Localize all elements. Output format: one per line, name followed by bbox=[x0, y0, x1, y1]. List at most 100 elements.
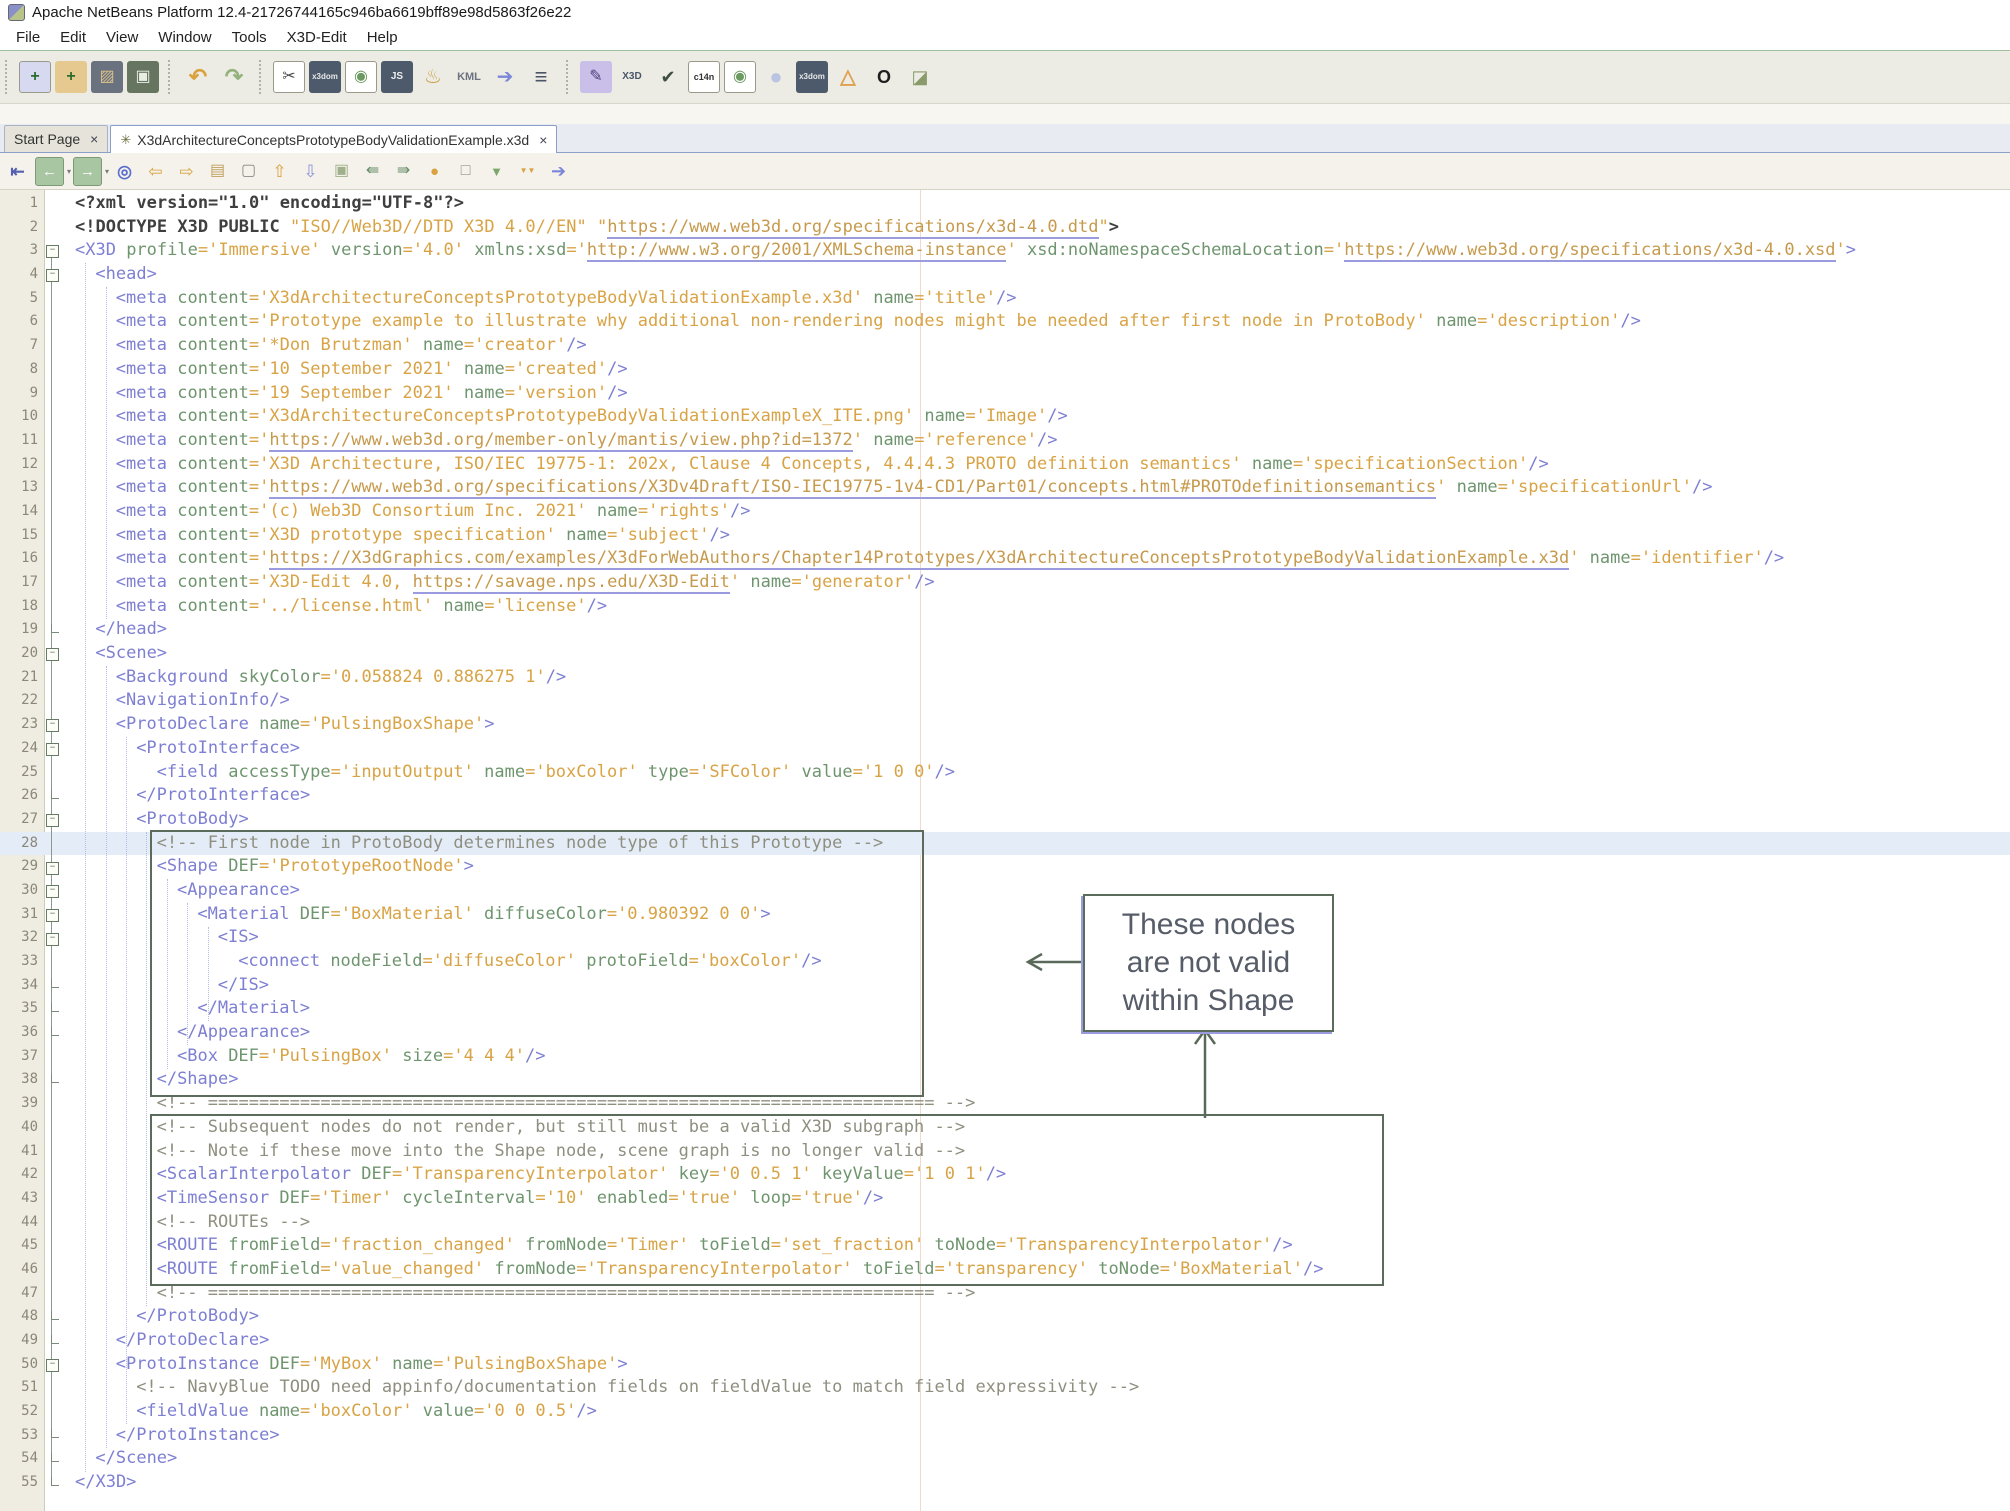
code-line-29[interactable]: 29<Shape DEF='PrototypeRootNode'> bbox=[0, 855, 2010, 879]
code-line-18[interactable]: 18<meta content='../license.html' name='… bbox=[0, 595, 2010, 619]
java-icon[interactable]: ♨ bbox=[417, 61, 449, 93]
code-line-6[interactable]: 6<meta content='Prototype example to ill… bbox=[0, 310, 2010, 334]
tab-start-page[interactable]: Start Page× bbox=[4, 125, 108, 152]
code-line-22[interactable]: 22<NavigationInfo/> bbox=[0, 689, 2010, 713]
code-line-45[interactable]: 45<ROUTE fromField='fraction_changed' fr… bbox=[0, 1234, 2010, 1258]
code-line-15[interactable]: 15<meta content='X3D prototype specifica… bbox=[0, 524, 2010, 548]
code-line-44[interactable]: 44<!-- ROUTEs --> bbox=[0, 1211, 2010, 1235]
open-project-icon[interactable]: ▨ bbox=[91, 61, 123, 93]
orbit-icon[interactable]: O bbox=[868, 61, 900, 93]
code-line-47[interactable]: 47<!-- =================================… bbox=[0, 1282, 2010, 1306]
shift-right-icon[interactable]: ⇛ bbox=[390, 158, 417, 185]
code-line-49[interactable]: 49</ProtoDeclare> bbox=[0, 1329, 2010, 1353]
code-line-5[interactable]: 5<meta content='X3dArchitectureConceptsP… bbox=[0, 287, 2010, 311]
tab-close-icon[interactable]: × bbox=[90, 131, 98, 147]
kml-export-arrow-icon[interactable]: ➔ bbox=[489, 61, 521, 93]
code-line-36[interactable]: 36</Appearance> bbox=[0, 1021, 2010, 1045]
x3d-scissors-icon[interactable]: ✂ bbox=[273, 61, 305, 93]
xite-launch-icon[interactable]: ◉ bbox=[345, 61, 377, 93]
next-occurrence-icon[interactable]: ⇩ bbox=[297, 158, 324, 185]
code-line-25[interactable]: 25<field accessType='inputOutput' name='… bbox=[0, 761, 2010, 785]
code-line-1[interactable]: 1<?xml version="1.0" encoding="UTF-8"?> bbox=[0, 192, 2010, 216]
menu-tools[interactable]: Tools bbox=[222, 27, 277, 48]
code-line-3[interactable]: 3<X3D profile='Immersive' version='4.0' … bbox=[0, 239, 2010, 263]
code-line-54[interactable]: 54</Scene> bbox=[0, 1447, 2010, 1471]
code-line-28[interactable]: 28<!-- First node in ProtoBody determine… bbox=[0, 832, 2010, 856]
code-line-46[interactable]: 46<ROUTE fromField='value_changed' fromN… bbox=[0, 1258, 2010, 1282]
new-project-icon[interactable]: + bbox=[55, 61, 87, 93]
code-line-14[interactable]: 14<meta content='(c) Web3D Consortium In… bbox=[0, 500, 2010, 524]
code-line-48[interactable]: 48</ProtoBody> bbox=[0, 1305, 2010, 1329]
last-edit-position-icon[interactable]: ⇤ bbox=[4, 158, 31, 185]
code-line-24[interactable]: 24<ProtoInterface> bbox=[0, 737, 2010, 761]
code-line-7[interactable]: 7<meta content='*Don Brutzman' name='cre… bbox=[0, 334, 2010, 358]
code-line-39[interactable]: 39<!-- =================================… bbox=[0, 1092, 2010, 1116]
code-line-26[interactable]: 26</ProtoInterface> bbox=[0, 784, 2010, 808]
text-lines-icon[interactable]: ≡ bbox=[525, 61, 557, 93]
shift-left-icon[interactable]: ⇚ bbox=[359, 158, 386, 185]
fold-collapse-icon[interactable]: − bbox=[46, 1359, 59, 1372]
kml-icon[interactable]: KML bbox=[453, 61, 485, 93]
menu-edit[interactable]: Edit bbox=[50, 27, 96, 48]
code-line-52[interactable]: 52<fieldValue name='boxColor' value='0 0… bbox=[0, 1400, 2010, 1424]
menu-window[interactable]: Window bbox=[148, 27, 221, 48]
find-selection-icon[interactable]: ◎ bbox=[111, 158, 138, 185]
code-line-43[interactable]: 43<TimeSensor DEF='Timer' cycleInterval=… bbox=[0, 1187, 2010, 1211]
code-line-20[interactable]: 20<Scene> bbox=[0, 642, 2010, 666]
code-line-55[interactable]: 55</X3D> bbox=[0, 1471, 2010, 1495]
x3dom-dark-icon[interactable]: x3dom bbox=[796, 61, 828, 93]
code-line-16[interactable]: 16<meta content='https://X3dGraphics.com… bbox=[0, 547, 2010, 571]
xml-pencil-edit-icon[interactable]: ✎ bbox=[580, 61, 612, 93]
code-line-31[interactable]: 31<Material DEF='BoxMaterial' diffuseCol… bbox=[0, 903, 2010, 927]
stop-macro-recording-icon[interactable]: □ bbox=[452, 158, 479, 185]
js-file-icon[interactable]: JS bbox=[381, 61, 413, 93]
code-line-33[interactable]: 33<connect nodeField='diffuseColor' prot… bbox=[0, 950, 2010, 974]
redo-icon[interactable]: ↷ bbox=[218, 61, 250, 93]
x3d-label-icon[interactable]: X3D bbox=[616, 61, 648, 93]
code-line-34[interactable]: 34</IS> bbox=[0, 974, 2010, 998]
fold-collapse-icon[interactable]: − bbox=[46, 719, 59, 732]
code-line-37[interactable]: 37<Box DEF='PulsingBox' size='4 4 4'/> bbox=[0, 1045, 2010, 1069]
code-line-13[interactable]: 13<meta content='https://www.web3d.org/s… bbox=[0, 476, 2010, 500]
find-previous-icon[interactable]: ⇦ bbox=[142, 158, 169, 185]
code-line-35[interactable]: 35</Material> bbox=[0, 997, 2010, 1021]
fold-collapse-icon[interactable]: − bbox=[46, 648, 59, 661]
code-line-50[interactable]: 50<ProtoInstance DEF='MyBox' name='Pulsi… bbox=[0, 1353, 2010, 1377]
xml-validate-page-icon[interactable]: ◉ bbox=[724, 61, 756, 93]
start-macro-recording-icon[interactable]: ● bbox=[421, 158, 448, 185]
globe-icon[interactable]: ● bbox=[760, 61, 792, 93]
prism-icon[interactable]: △ bbox=[832, 61, 864, 93]
code-line-9[interactable]: 9<meta content='19 September 2021' name=… bbox=[0, 382, 2010, 406]
code-line-4[interactable]: 4<head> bbox=[0, 263, 2010, 287]
collapse-all-folds-icon[interactable]: ▼▼ bbox=[514, 158, 541, 185]
menu-help[interactable]: Help bbox=[357, 27, 408, 48]
code-line-8[interactable]: 8<meta content='10 September 2021' name=… bbox=[0, 358, 2010, 382]
code-line-51[interactable]: 51<!-- NavyBlue TODO need appinfo/docume… bbox=[0, 1376, 2010, 1400]
x3dom-launch-icon[interactable]: x3dom bbox=[309, 61, 341, 93]
xml-source-editor[interactable]: 1<?xml version="1.0" encoding="UTF-8"?> 2… bbox=[0, 190, 2010, 1511]
rectangular-selection-icon[interactable]: ▢ bbox=[235, 158, 262, 185]
code-line-38[interactable]: 38</Shape> bbox=[0, 1068, 2010, 1092]
code-line-41[interactable]: 41<!-- Note if these move into the Shape… bbox=[0, 1140, 2010, 1164]
menu-view[interactable]: View bbox=[96, 27, 148, 48]
cube-icon[interactable]: ◪ bbox=[904, 61, 936, 93]
fold-collapse-icon[interactable]: − bbox=[46, 743, 59, 756]
code-line-17[interactable]: 17<meta content='X3D-Edit 4.0, https://s… bbox=[0, 571, 2010, 595]
jump-forward-icon[interactable]: → bbox=[73, 157, 102, 186]
previous-occurrence-icon[interactable]: ⇧ bbox=[266, 158, 293, 185]
duplicate-lines-icon[interactable]: ▣ bbox=[328, 158, 355, 185]
fold-collapse-icon[interactable]: − bbox=[46, 814, 59, 827]
c14n-icon[interactable]: c14n bbox=[688, 61, 720, 93]
fold-collapse-icon[interactable]: − bbox=[46, 245, 59, 258]
code-line-30[interactable]: 30<Appearance> bbox=[0, 879, 2010, 903]
code-line-19[interactable]: 19</head> bbox=[0, 618, 2010, 642]
code-line-23[interactable]: 23<ProtoDeclare name='PulsingBoxShape'> bbox=[0, 713, 2010, 737]
code-line-12[interactable]: 12<meta content='X3D Architecture, ISO/I… bbox=[0, 453, 2010, 477]
code-line-53[interactable]: 53</ProtoInstance> bbox=[0, 1424, 2010, 1448]
new-file-icon[interactable]: + bbox=[19, 61, 51, 93]
code-line-21[interactable]: 21<Background skyColor='0.058824 0.88627… bbox=[0, 666, 2010, 690]
menu-file[interactable]: File bbox=[6, 27, 50, 48]
code-line-27[interactable]: 27<ProtoBody> bbox=[0, 808, 2010, 832]
next-bookmark-icon[interactable]: ▼ bbox=[483, 158, 510, 185]
fold-collapse-icon[interactable]: − bbox=[46, 933, 59, 946]
